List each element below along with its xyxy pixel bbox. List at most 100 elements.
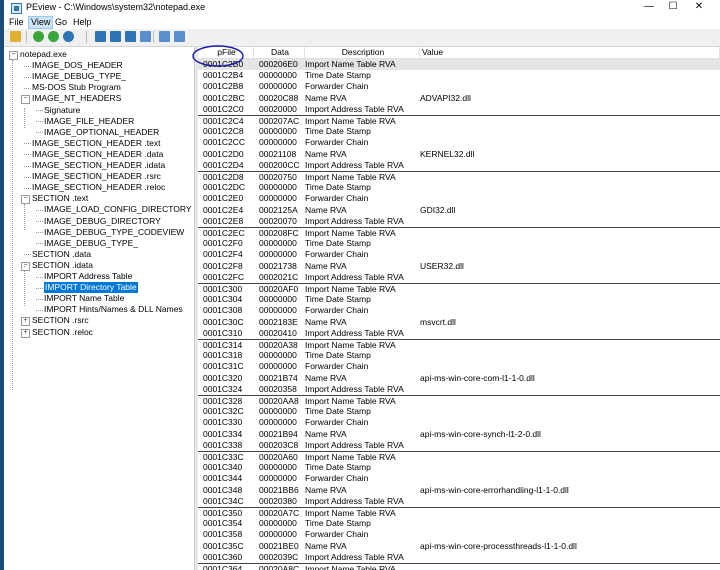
- table-row[interactable]: 0001C330 00000000 Forwarder Chain: [198, 417, 720, 428]
- tree-node[interactable]: IMPORT Name Table: [44, 293, 124, 304]
- table-row[interactable]: 0001C2F4 00000000 Forwarder Chain: [198, 249, 720, 260]
- menu-file[interactable]: File: [7, 17, 26, 28]
- value-cell: GDI32.dll: [420, 204, 456, 215]
- toolbar: [4, 29, 720, 47]
- description-cell: Import Address Table RVA: [305, 215, 404, 226]
- forward-icon[interactable]: [48, 31, 59, 42]
- table-row[interactable]: 0001C354 00000000 Time Date Stamp: [198, 518, 720, 529]
- table-row[interactable]: 0001C2D0 00021108 Name RVA KERNEL32.dll: [198, 149, 720, 160]
- table-row[interactable]: 0001C2F0 00000000 Time Date Stamp: [198, 238, 720, 249]
- column-header-data[interactable]: Data: [254, 47, 305, 58]
- table-row[interactable]: 0001C35C 00021BE0 Name RVA api-ms-win-core-…: [198, 541, 720, 552]
- next-icon[interactable]: [110, 31, 121, 42]
- tree-node[interactable]: IMAGE_DEBUG_TYPE_CODEVIEW: [44, 227, 184, 238]
- tree-node[interactable]: IMPORT Hints/Names & DLL Names: [44, 304, 183, 315]
- tree-node[interactable]: IMAGE_FILE_HEADER: [44, 116, 134, 127]
- expand-icon[interactable]: +: [21, 317, 30, 327]
- menu-help[interactable]: Help: [71, 17, 94, 28]
- expand-icon[interactable]: +: [21, 328, 30, 338]
- pfile-cell: 0001C30C: [203, 316, 244, 327]
- tree-node[interactable]: MS-DOS Stub Program: [32, 82, 121, 93]
- tree-node[interactable]: SECTION .text: [32, 193, 88, 204]
- table-row[interactable]: 0001C308 00000000 Forwarder Chain: [198, 305, 720, 316]
- collapse-icon[interactable]: −: [21, 261, 30, 271]
- table-row[interactable]: 0001C310 00020410 Import Address Table RVA: [198, 328, 720, 339]
- table-row[interactable]: 0001C2E8 00020070 Import Address Table RVA: [198, 216, 720, 227]
- column-header-value[interactable]: Value: [420, 47, 720, 58]
- table-row[interactable]: 0001C2CC 00000000 Forwarder Chain: [198, 137, 720, 148]
- table-row[interactable]: 0001C2DC 00000000 Time Date Stamp: [198, 182, 720, 193]
- tree-node[interactable]: IMAGE_LOAD_CONFIG_DIRECTORY: [44, 204, 192, 215]
- pfile-cell: 0001C2CC: [203, 137, 246, 148]
- table-row[interactable]: 0001C334 00021B94 Name RVA api-ms-win-core-…: [198, 429, 720, 440]
- table-row[interactable]: 0001C364 00020A8C Import Name Table RVA: [198, 563, 720, 570]
- table-row[interactable]: 0001C2C8 00000000 Time Date Stamp: [198, 126, 720, 137]
- tree-node[interactable]: IMAGE_DOS_HEADER: [32, 60, 123, 71]
- table-row[interactable]: 0001C2C0 00020000 Import Address Table RVA: [198, 104, 720, 115]
- table-row[interactable]: 0001C340 00000000 Time Date Stamp: [198, 462, 720, 473]
- table-row[interactable]: 0001C2FC 0002021C Import Address Table RVA: [198, 272, 720, 283]
- tree-node[interactable]: IMAGE_OPTIONAL_HEADER: [44, 127, 159, 138]
- prev-icon[interactable]: [95, 31, 106, 42]
- table-row[interactable]: 0001C2E0 00000000 Forwarder Chain: [198, 193, 720, 204]
- table-row[interactable]: 0001C358 00000000 Forwarder Chain: [198, 529, 720, 540]
- tree-node[interactable]: SECTION .rsrc: [32, 315, 89, 326]
- open-icon[interactable]: [10, 31, 21, 42]
- view-list-icon[interactable]: [159, 31, 170, 42]
- table-row[interactable]: 0001C32C 00000000 Time Date Stamp: [198, 406, 720, 417]
- tree-node[interactable]: IMPORT Directory Table: [44, 282, 138, 294]
- tree-node[interactable]: SECTION .reloc: [32, 327, 93, 338]
- first-icon[interactable]: [63, 31, 74, 42]
- table-row[interactable]: 0001C304 00000000 Time Date Stamp: [198, 294, 720, 305]
- minimize-button[interactable]: —: [642, 1, 656, 12]
- tree-node[interactable]: IMAGE_DEBUG_TYPE_: [44, 238, 138, 249]
- back-icon[interactable]: [33, 31, 44, 42]
- tree-node[interactable]: IMAGE_SECTION_HEADER .rsrc: [32, 171, 161, 182]
- tree-node[interactable]: IMAGE_SECTION_HEADER .data: [32, 149, 163, 160]
- last-icon[interactable]: [125, 31, 136, 42]
- table-row[interactable]: 0001C2B0 000206E0 Import Name Table RVA: [198, 59, 720, 71]
- tree-node[interactable]: notepad.exe: [20, 49, 67, 60]
- collapse-icon[interactable]: −: [21, 95, 30, 105]
- table-row[interactable]: 0001C324 00020358 Import Address Table RVA: [198, 384, 720, 395]
- tree-node[interactable]: IMAGE_DEBUG_DIRECTORY: [44, 216, 161, 227]
- description-cell: Import Address Table RVA: [305, 439, 404, 450]
- column-header-description[interactable]: Description: [305, 47, 420, 58]
- table-row[interactable]: 0001C338 000203C8 Import Address Table RVA: [198, 440, 720, 451]
- table-row[interactable]: 0001C2B4 00000000 Time Date Stamp: [198, 70, 720, 81]
- tree-node[interactable]: Signature: [44, 105, 80, 116]
- table-row[interactable]: 0001C34C 00020380 Import Address Table RVA: [198, 496, 720, 507]
- table-row[interactable]: 0001C318 00000000 Time Date Stamp: [198, 350, 720, 361]
- table-row[interactable]: 0001C2D4 000200CC Import Address Table RVA: [198, 160, 720, 171]
- view-detail-icon[interactable]: [174, 31, 185, 42]
- table-row[interactable]: 0001C2BC 00020C88 Name RVA ADVAPI32.dll: [198, 93, 720, 104]
- menu-view[interactable]: View: [28, 16, 54, 29]
- collapse-icon[interactable]: −: [21, 195, 30, 205]
- view-hex-icon[interactable]: [140, 31, 151, 42]
- table-row[interactable]: 0001C360 0002039C Import Address Table RVA: [198, 552, 720, 563]
- tree-node[interactable]: IMAGE_NT_HEADERS: [32, 93, 121, 104]
- tree-node[interactable]: IMAGE_DEBUG_TYPE_: [32, 71, 126, 82]
- structure-tree[interactable]: − notepad.exe IMAGE_DOS_HEADER IMAGE_DEBUG_…: [4, 47, 195, 570]
- table-row[interactable]: 0001C320 00021B74 Name RVA api-ms-win-core-…: [198, 373, 720, 384]
- tree-node[interactable]: SECTION .idata: [32, 260, 93, 271]
- value-cell: USER32.dll: [420, 260, 464, 271]
- collapse-icon[interactable]: −: [9, 51, 18, 60]
- table-row[interactable]: 0001C344 00000000 Forwarder Chain: [198, 473, 720, 484]
- tree-node[interactable]: IMPORT Address Table: [44, 271, 132, 282]
- tree-node[interactable]: SECTION .data: [32, 249, 91, 260]
- menu-go[interactable]: Go: [53, 17, 69, 28]
- table-row[interactable]: 0001C2F8 00021738 Name RVA USER32.dll: [198, 261, 720, 272]
- tree-node[interactable]: IMAGE_SECTION_HEADER .reloc: [32, 182, 165, 193]
- maximize-button[interactable]: ☐: [666, 1, 680, 12]
- table-row[interactable]: 0001C2E4 0002125A Name RVA GDI32.dll: [198, 205, 720, 216]
- tree-node[interactable]: IMAGE_SECTION_HEADER .idata: [32, 160, 165, 171]
- tree-node[interactable]: IMAGE_SECTION_HEADER .text: [32, 138, 160, 149]
- table-row[interactable]: 0001C348 00021BB6 Name RVA api-ms-win-core-…: [198, 485, 720, 496]
- table-row[interactable]: 0001C2B8 00000000 Forwarder Chain: [198, 81, 720, 92]
- close-button[interactable]: ✕: [692, 1, 706, 12]
- data-cell: 00020A8C: [259, 564, 300, 570]
- pfile-cell: 0001C320: [203, 372, 243, 383]
- table-row[interactable]: 0001C31C 00000000 Forwarder Chain: [198, 361, 720, 372]
- table-row[interactable]: 0001C30C 0002183E Name RVA msvcrt.dll: [198, 317, 720, 328]
